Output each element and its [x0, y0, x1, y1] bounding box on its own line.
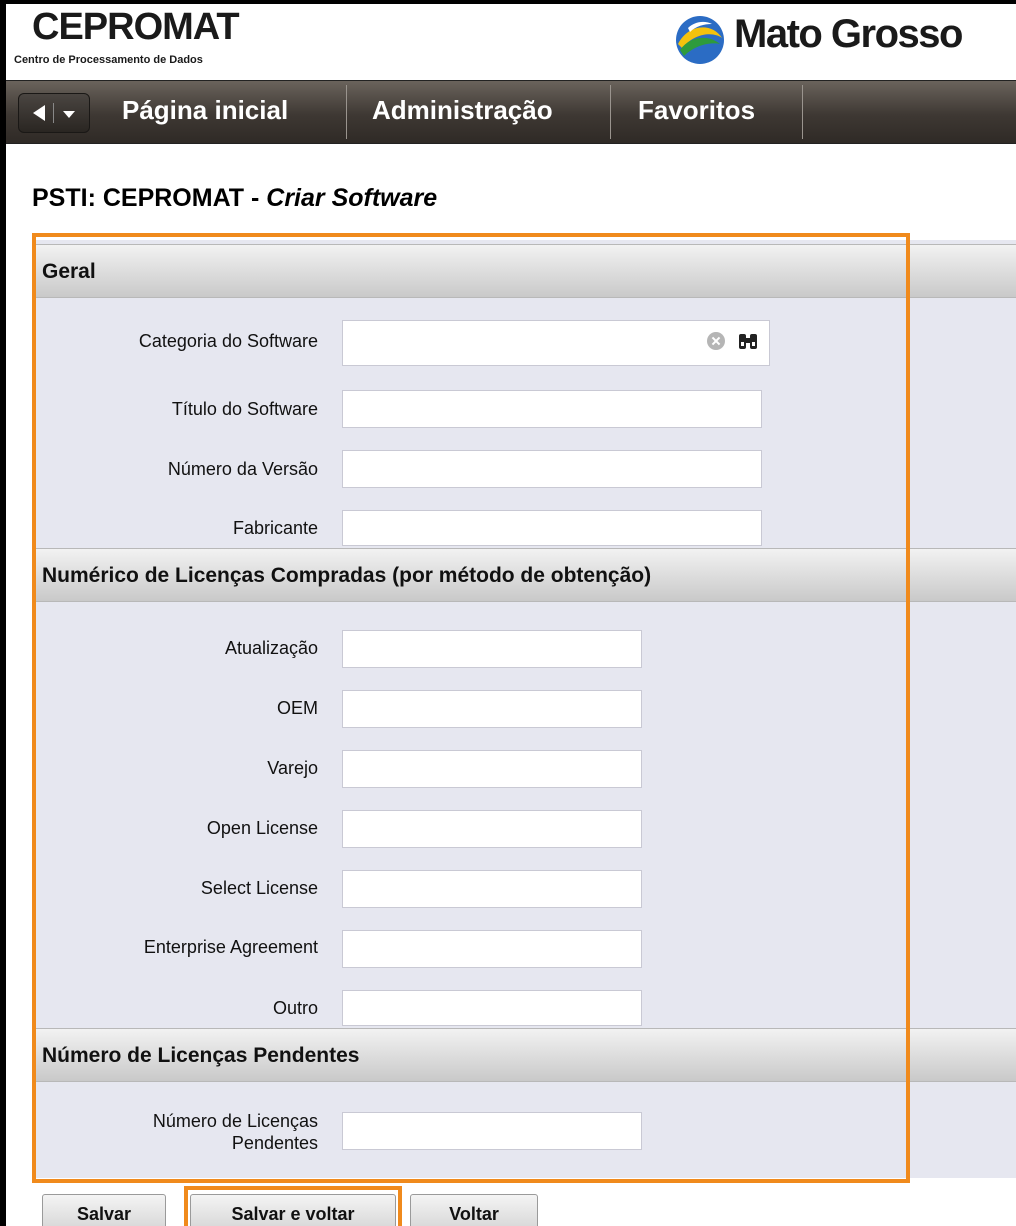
oem-licenses-input[interactable]: [342, 690, 642, 728]
back-history-button[interactable]: [18, 93, 90, 133]
software-form: Geral Categoria do Software Título do So…: [32, 240, 1016, 1178]
software-title-input[interactable]: [342, 390, 762, 428]
field-label: Categoria do Software: [138, 331, 318, 351]
field-label: Enterprise Agreement: [143, 937, 318, 957]
field-label: Varejo: [267, 758, 318, 778]
field-label: Atualização: [224, 638, 318, 658]
clear-icon[interactable]: [707, 332, 725, 350]
version-number-input[interactable]: [342, 450, 762, 488]
brand-subtitle: Centro de Processamento de Dados: [14, 54, 203, 66]
section-header-licencas: Numérico de Licenças Compradas (por méto…: [32, 548, 1016, 602]
field-label: Número da Versão: [167, 459, 318, 479]
nav-divider: [610, 85, 611, 139]
field-label: Outro: [272, 998, 318, 1018]
field-label: Select License: [200, 878, 318, 898]
header: CEPROMAT Centro de Processamento de Dado…: [6, 4, 1016, 80]
field-label: Título do Software: [171, 399, 318, 419]
save-button[interactable]: Salvar: [42, 1194, 166, 1226]
binoculars-icon[interactable]: [737, 330, 759, 352]
field-label: Fabricante: [232, 518, 318, 538]
page-title-prefix: PSTI: CEPROMAT -: [32, 184, 267, 212]
page-title: PSTI: CEPROMAT - Criar Software: [32, 184, 437, 213]
nav-divider: [346, 85, 347, 139]
update-licenses-input[interactable]: [342, 630, 642, 668]
category-lookup-field[interactable]: [342, 320, 770, 366]
brand-title: CEPROMAT: [32, 6, 240, 48]
field-label-line: Pendentes: [231, 1133, 318, 1153]
field-label: OEM: [276, 698, 318, 718]
field-label: Número de Licenças Pendentes: [42, 1110, 318, 1154]
nav-item-administration[interactable]: Administração: [372, 81, 553, 143]
field-label: Open License: [206, 818, 318, 838]
chevron-down-icon[interactable]: [63, 111, 75, 118]
page-title-action: Criar Software: [266, 184, 438, 212]
enterprise-agreement-input[interactable]: [342, 930, 642, 968]
nav-item-home[interactable]: Página inicial: [122, 81, 288, 143]
state-name: Mato Grosso: [734, 12, 963, 56]
divider: [53, 103, 54, 123]
section-header-geral: Geral: [32, 244, 1016, 298]
field-label-line: Número de Licenças: [152, 1111, 318, 1131]
mato-grosso-logo: [676, 16, 724, 64]
pending-licenses-input[interactable]: [342, 1112, 642, 1150]
button-highlight-frame: [184, 1186, 402, 1226]
main-nav: Página inicial Administração Favoritos: [6, 80, 1016, 144]
section-header-pendentes: Número de Licenças Pendentes: [32, 1028, 1016, 1082]
page: CEPROMAT Centro de Processamento de Dado…: [6, 4, 1016, 1226]
retail-licenses-input[interactable]: [342, 750, 642, 788]
back-button[interactable]: Voltar: [410, 1194, 538, 1226]
back-arrow-icon: [33, 105, 45, 121]
other-licenses-input[interactable]: [342, 990, 642, 1026]
open-license-input[interactable]: [342, 810, 642, 848]
nav-divider: [802, 85, 803, 139]
select-license-input[interactable]: [342, 870, 642, 908]
manufacturer-input[interactable]: [342, 510, 762, 546]
nav-item-favorites[interactable]: Favoritos: [638, 81, 755, 143]
